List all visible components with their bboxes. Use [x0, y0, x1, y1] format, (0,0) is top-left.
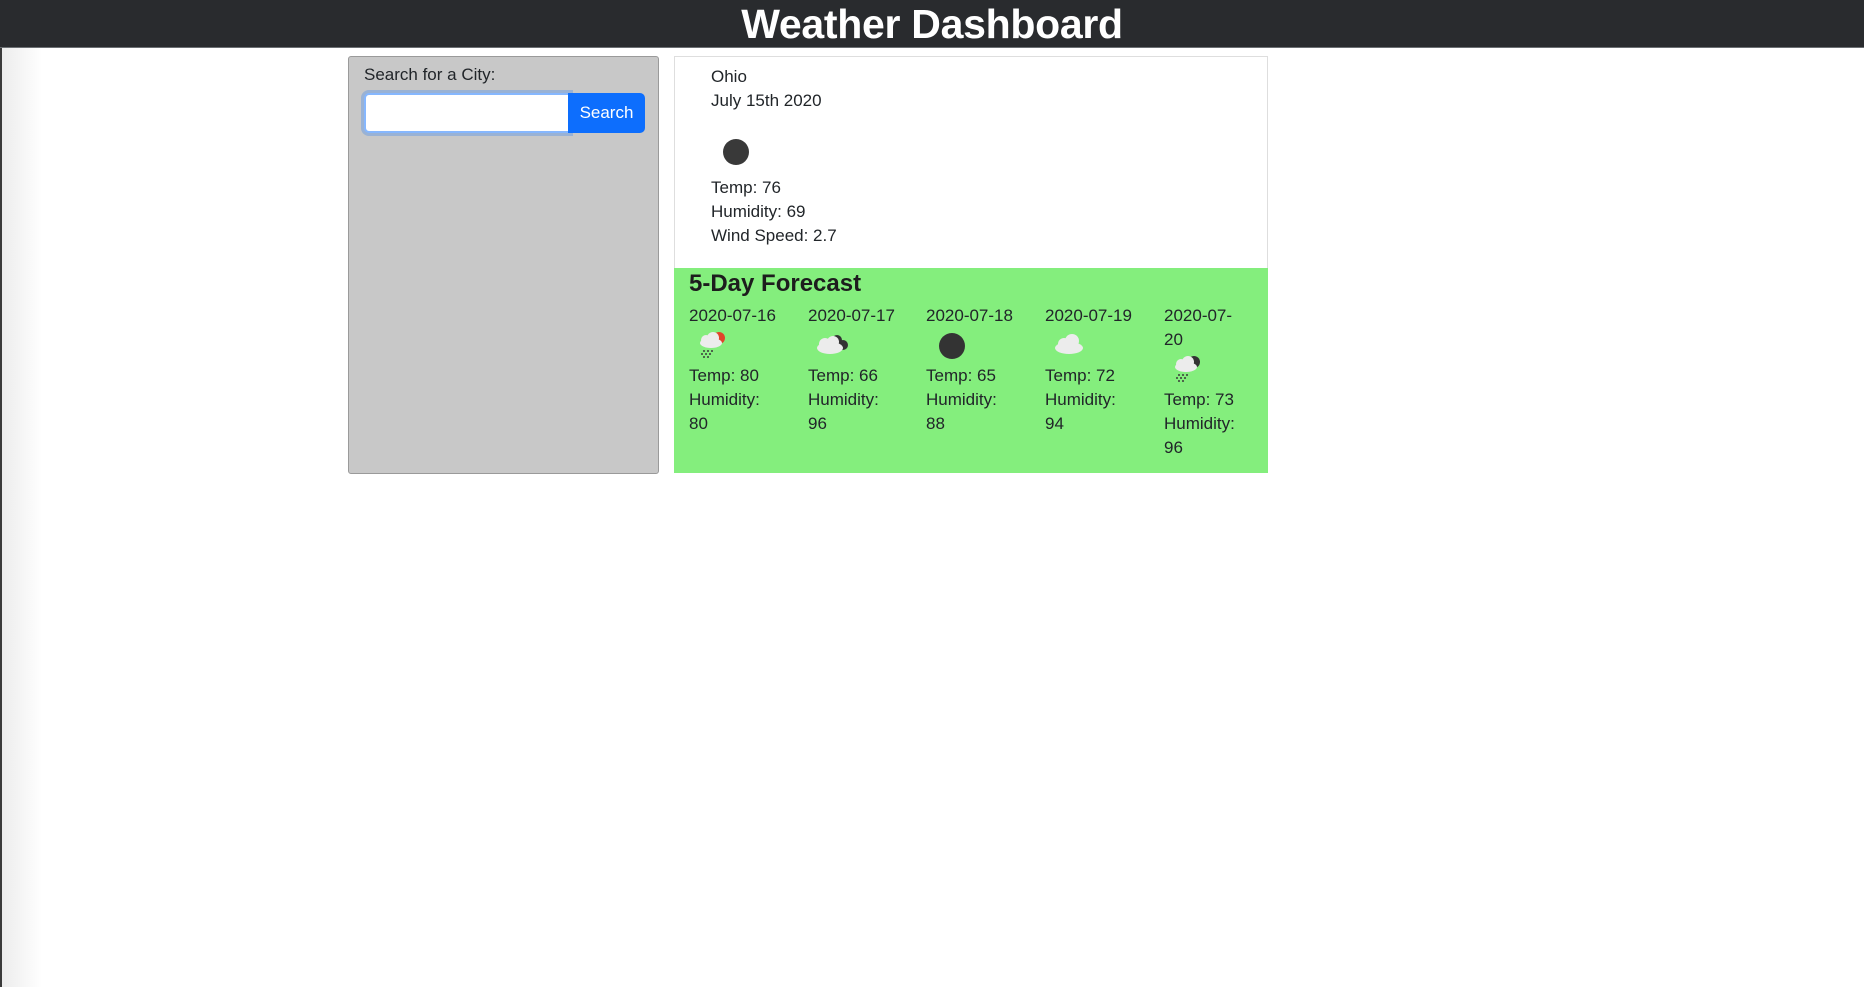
- forecast-humidity-value: 94: [1045, 414, 1064, 433]
- forecast-day-5: 2020-07- 20 Temp: 73 Humidity: 96: [1164, 304, 1254, 460]
- forecast-date-line-2: 20: [1164, 330, 1183, 349]
- search-button[interactable]: Search: [568, 93, 645, 133]
- forecast-day-3: 2020-07-18 Temp: 65 Humidity: 88: [926, 304, 1016, 436]
- current-city: Ohio: [711, 67, 747, 86]
- page-title: Weather Dashboard: [741, 1, 1123, 47]
- forecast-date: 2020-07-18: [926, 306, 1013, 325]
- rain-moon-icon: [1175, 356, 1200, 382]
- forecast-temp: Temp: 80: [689, 366, 759, 385]
- forecast-day-1: 2020-07-16 Temp: 80 Humidity: 80: [689, 304, 779, 436]
- moon-icon: [723, 139, 749, 165]
- current-wind-speed: Wind Speed: 2.7: [711, 226, 837, 245]
- forecast-day-2: 2020-07-17 Temp: 66 Humidity: 96: [808, 304, 898, 436]
- forecast-humidity-value: 80: [689, 414, 708, 433]
- city-search-input[interactable]: [364, 93, 570, 133]
- forecast-title: 5-Day Forecast: [689, 270, 862, 297]
- cloud-icon: [1055, 334, 1083, 354]
- rain-sun-icon: [700, 332, 725, 358]
- forecast-humidity-value: 96: [808, 414, 827, 433]
- current-temp: Temp: 76: [711, 178, 781, 197]
- search-label: Search for a City:: [364, 65, 496, 84]
- forecast-humidity-label: Humidity:: [808, 390, 879, 409]
- forecast-humidity-value: 96: [1164, 438, 1183, 457]
- current-weather-card: Ohio July 15th 2020 Temp: 76 Humidity: 6…: [674, 56, 1268, 269]
- forecast-humidity-label: Humidity:: [1164, 414, 1235, 433]
- forecast-humidity-label: Humidity:: [926, 390, 997, 409]
- current-humidity: Humidity: 69: [711, 202, 806, 221]
- forecast-humidity-label: Humidity:: [689, 390, 760, 409]
- current-date: July 15th 2020: [711, 91, 822, 110]
- moon-icon: [939, 333, 965, 359]
- five-day-forecast: 5-Day Forecast 2020-07-16 Temp: 80 Humid…: [674, 268, 1268, 473]
- forecast-date-line-1: 2020-07-: [1164, 306, 1233, 325]
- search-panel: Search for a City: Search: [348, 56, 659, 474]
- forecast-date: 2020-07-16: [689, 306, 776, 325]
- forecast-date: 2020-07-17: [808, 306, 895, 325]
- forecast-temp: Temp: 72: [1045, 366, 1115, 385]
- page-header: Weather Dashboard: [0, 0, 1864, 48]
- forecast-date: 2020-07-19: [1045, 306, 1132, 325]
- forecast-humidity-label: Humidity:: [1045, 390, 1116, 409]
- forecast-temp: Temp: 66: [808, 366, 878, 385]
- forecast-humidity-value: 88: [926, 414, 945, 433]
- forecast-day-4: 2020-07-19 Temp: 72 Humidity: 94: [1045, 304, 1135, 436]
- forecast-temp: Temp: 65: [926, 366, 996, 385]
- cloud-moon-icon: [817, 335, 848, 354]
- window-left-shadow: [2, 48, 42, 987]
- forecast-temp: Temp: 73: [1164, 390, 1234, 409]
